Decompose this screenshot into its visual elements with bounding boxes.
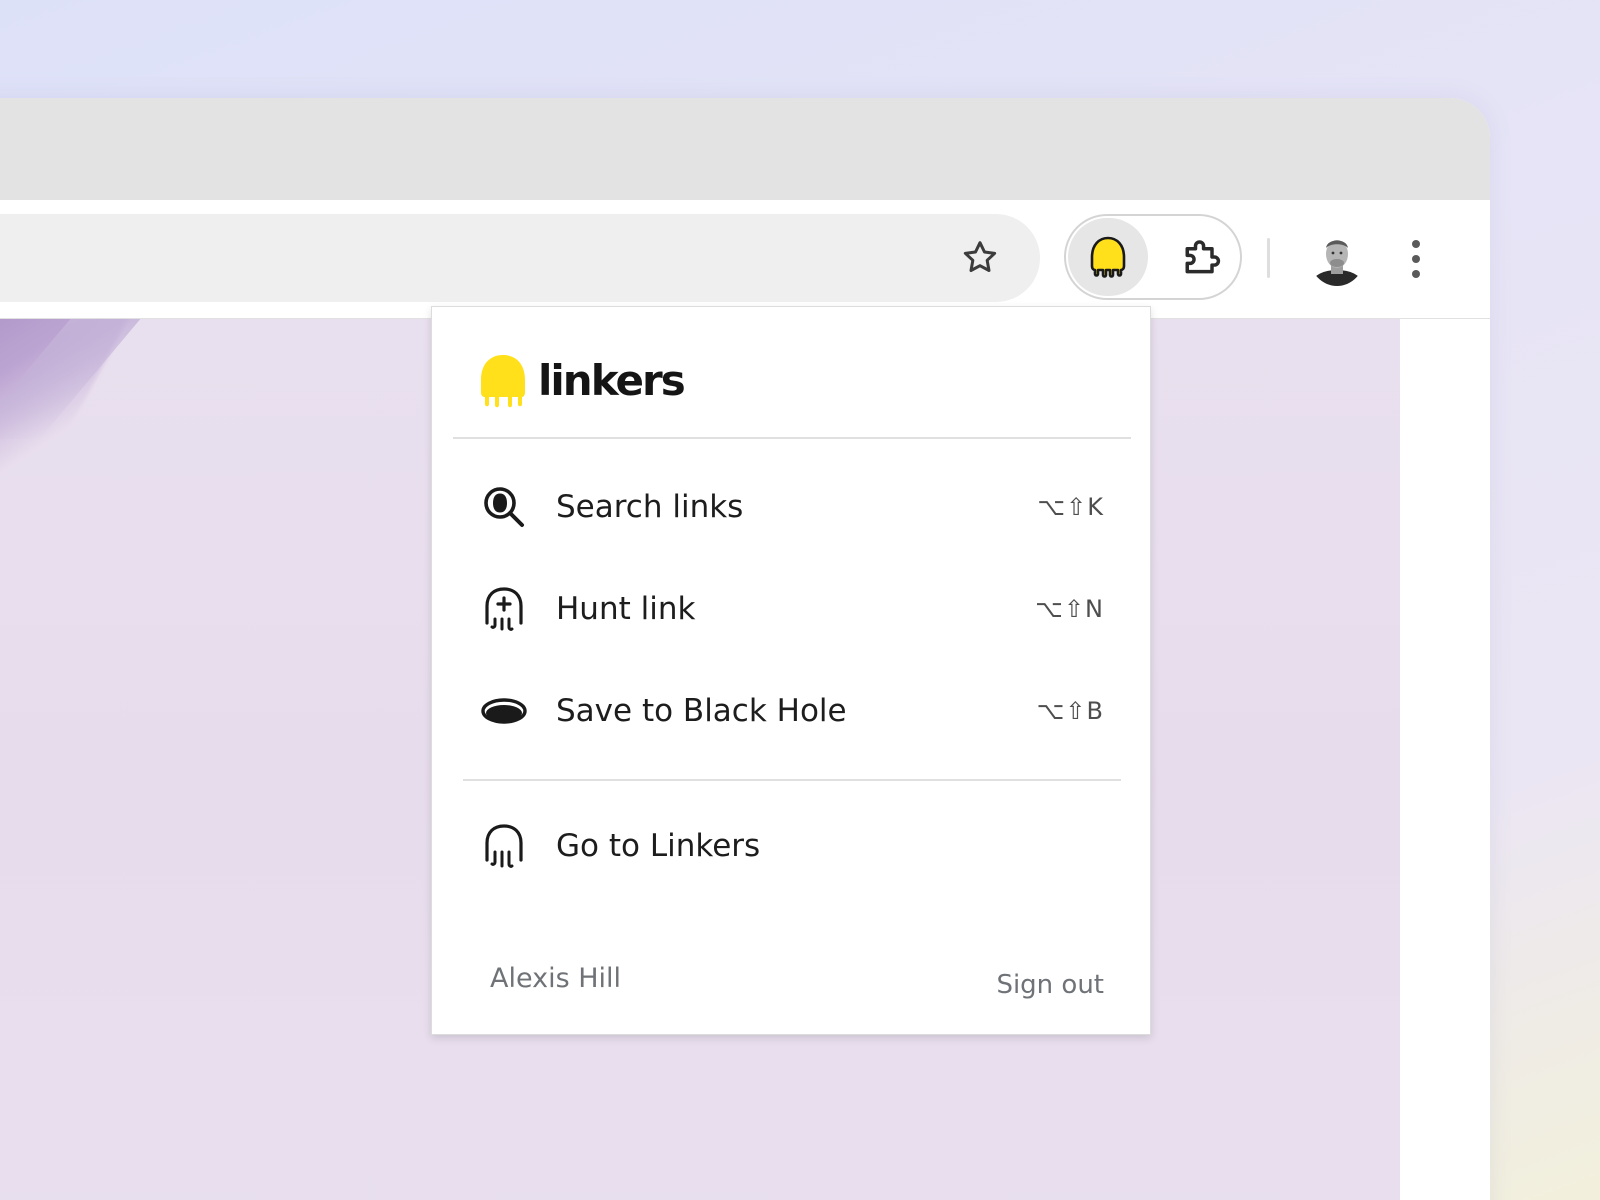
keyboard-shortcut: ⌥⇧N [1035,595,1104,623]
menu-item-label: Search links [556,489,744,525]
menu-item-go-to-linkers[interactable]: Go to Linkers [452,804,1132,888]
menu-item-label: Go to Linkers [556,828,761,864]
menu-item-label: Save to Black Hole [556,693,847,729]
menu-item-save-to-black-hole[interactable]: Save to Black Hole ⌥⇧B [452,669,1132,753]
brand: linkers [478,351,686,411]
avatar[interactable] [1310,230,1364,286]
linkers-ghost-icon [1090,236,1126,278]
puzzle-icon[interactable] [1162,218,1240,296]
user-name: Alexis Hill [490,963,622,994]
linkers-extension-button[interactable] [1068,218,1148,296]
brand-name: linkers [538,356,686,405]
menu-item-search-links[interactable]: Search links ⌥⇧K [452,465,1132,549]
extensions-group [1064,214,1242,300]
address-bar[interactable] [0,214,1040,302]
menu-item-label: Hunt link [556,591,696,627]
desktop-background: linkers Search links ⌥⇧K Hunt link ⌥⇧N S… [0,0,1600,1200]
browser-toolbar [0,200,1490,319]
tab-strip [0,98,1490,200]
search-icon [478,481,530,533]
kebab-icon[interactable] [1404,236,1428,282]
black-hole-icon [478,685,530,737]
divider [453,437,1131,439]
linkers-popup: linkers Search links ⌥⇧K Hunt link ⌥⇧N S… [431,306,1151,1035]
menu-item-hunt-link[interactable]: Hunt link ⌥⇧N [452,567,1132,651]
toolbar-divider [1267,238,1270,278]
page-scroll-area [1400,319,1490,1200]
sign-out-link[interactable]: Sign out [996,970,1104,1000]
ghost-plus-icon [478,583,530,635]
divider [463,779,1121,781]
keyboard-shortcut: ⌥⇧K [1037,493,1104,521]
bookmark-star-icon[interactable] [960,238,1000,278]
ghost-icon [478,820,530,872]
keyboard-shortcut: ⌥⇧B [1036,697,1104,725]
linkers-logo-icon [481,355,525,408]
